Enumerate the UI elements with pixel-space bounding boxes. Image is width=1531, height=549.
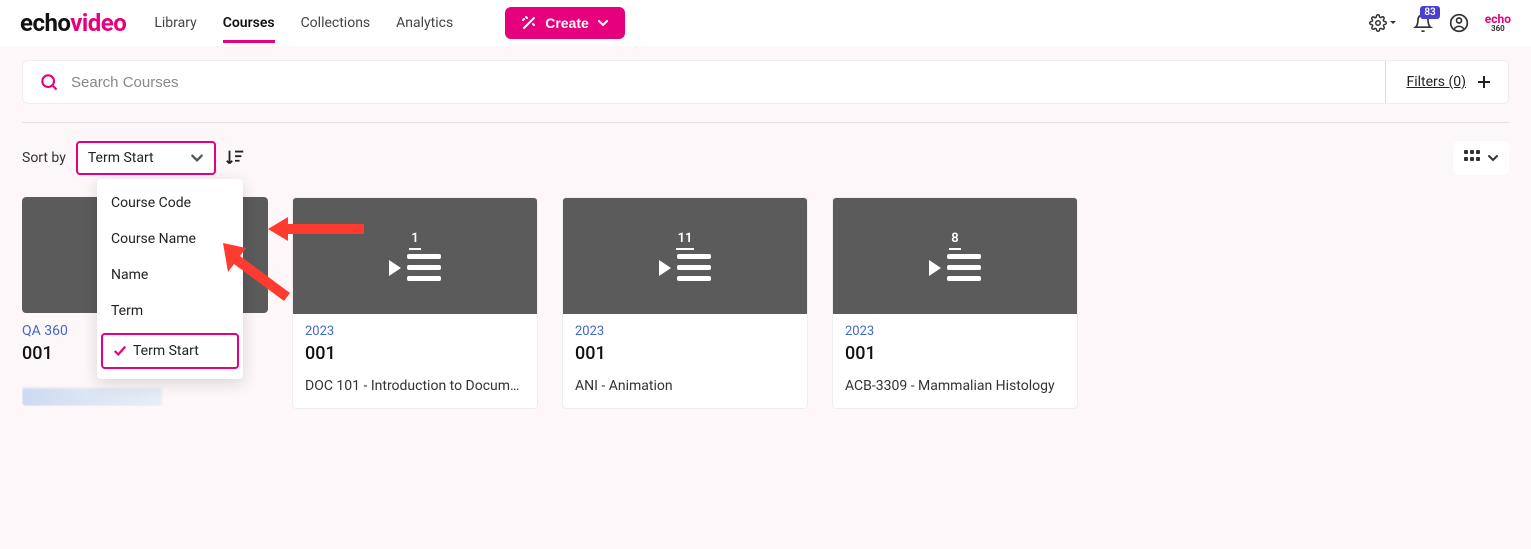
brand-badge-sub: 360 [1485, 25, 1511, 33]
sort-direction-button[interactable] [224, 147, 246, 169]
playlist-icon: 1 [389, 231, 441, 281]
top-header: echovideo Library Courses Collections An… [0, 0, 1531, 46]
course-title: ACB-3309 - Mammalian Histology [833, 378, 1077, 408]
course-thumbnail: 1 [293, 198, 537, 314]
grid-icon [1463, 149, 1481, 167]
course-thumbnail: 8 [833, 198, 1077, 314]
course-year: 2023 [575, 324, 795, 339]
sort-selected-value: Term Start [88, 150, 154, 166]
item-count: 8 [949, 231, 960, 250]
chevron-down-icon [190, 151, 204, 165]
course-thumbnail: 11 [563, 198, 807, 314]
nav-analytics[interactable]: Analytics [396, 3, 453, 43]
logo-part2: video [70, 9, 126, 37]
sort-row: Sort by Term Start Course Code Course Na… [22, 141, 1509, 175]
sort-option-name[interactable]: Name [97, 257, 243, 293]
course-year: 2023 [305, 324, 525, 339]
search-icon [39, 72, 59, 92]
course-card[interactable]: 11 2023 001 ANI - Animation [562, 197, 808, 409]
filters-link[interactable]: Filters (0) [1406, 74, 1466, 90]
nav-collections[interactable]: Collections [301, 3, 371, 43]
sort-select[interactable]: Term Start [76, 141, 216, 175]
user-icon [1449, 13, 1469, 33]
check-icon [113, 344, 127, 358]
account-button[interactable] [1449, 13, 1469, 33]
create-label: Create [545, 15, 589, 31]
item-count: 11 [676, 231, 695, 250]
notifications-button[interactable]: 83 [1413, 13, 1433, 33]
gear-icon [1369, 14, 1387, 32]
sort-option-course-name[interactable]: Course Name [97, 221, 243, 257]
create-button[interactable]: Create [505, 7, 625, 39]
view-toggle[interactable] [1453, 141, 1509, 175]
sort-dropdown: Course Code Course Name Name Term Term S… [97, 179, 243, 379]
course-title: ANI - Animation [563, 378, 807, 408]
caret-down-icon [1389, 19, 1397, 27]
logo[interactable]: echovideo [20, 9, 126, 37]
content-area: Filters (0) Sort by Term Start Course Co… [0, 60, 1531, 409]
search-input[interactable] [59, 74, 1385, 91]
chevron-down-icon [1487, 152, 1499, 164]
divider [22, 122, 1509, 123]
notification-badge: 83 [1420, 6, 1439, 19]
sort-desc-icon [224, 147, 246, 169]
course-section: 001 [845, 343, 1065, 364]
logo-part1: echo [20, 9, 70, 37]
playlist-icon: 11 [659, 231, 711, 281]
sort-option-term[interactable]: Term [97, 293, 243, 329]
course-year: 2023 [845, 324, 1065, 339]
search-bar: Filters (0) [22, 60, 1509, 104]
blurred-owner [22, 388, 162, 406]
nav-library[interactable]: Library [154, 3, 196, 43]
settings-menu[interactable] [1369, 14, 1397, 32]
playlist-icon: 8 [929, 231, 981, 281]
brand-badge[interactable]: echo 360 [1485, 13, 1511, 33]
course-section: 001 [305, 343, 525, 364]
sort-option-term-start[interactable]: Term Start [101, 333, 239, 369]
item-count: 1 [409, 231, 420, 250]
chevron-down-icon [597, 17, 609, 29]
course-card[interactable]: 1 2023 001 DOC 101 - Introduction to Doc… [292, 197, 538, 409]
sort-option-course-code[interactable]: Course Code [97, 185, 243, 221]
course-title: DOC 101 - Introduction to Document... [293, 378, 537, 408]
filters-area: Filters (0) [1385, 61, 1492, 103]
main-nav: Library Courses Collections Analytics Cr… [154, 3, 624, 43]
wand-icon [521, 15, 537, 31]
sort-label: Sort by [22, 150, 66, 166]
course-section: 001 [575, 343, 795, 364]
plus-icon[interactable] [1476, 74, 1492, 90]
course-card[interactable]: 8 2023 001 ACB-3309 - Mammalian Histolog… [832, 197, 1078, 409]
header-right: 83 echo 360 [1369, 13, 1511, 33]
nav-courses[interactable]: Courses [223, 3, 275, 43]
course-grid: QA 360 001 1 2023 001 DOC 101 - Introduc… [22, 197, 1509, 409]
